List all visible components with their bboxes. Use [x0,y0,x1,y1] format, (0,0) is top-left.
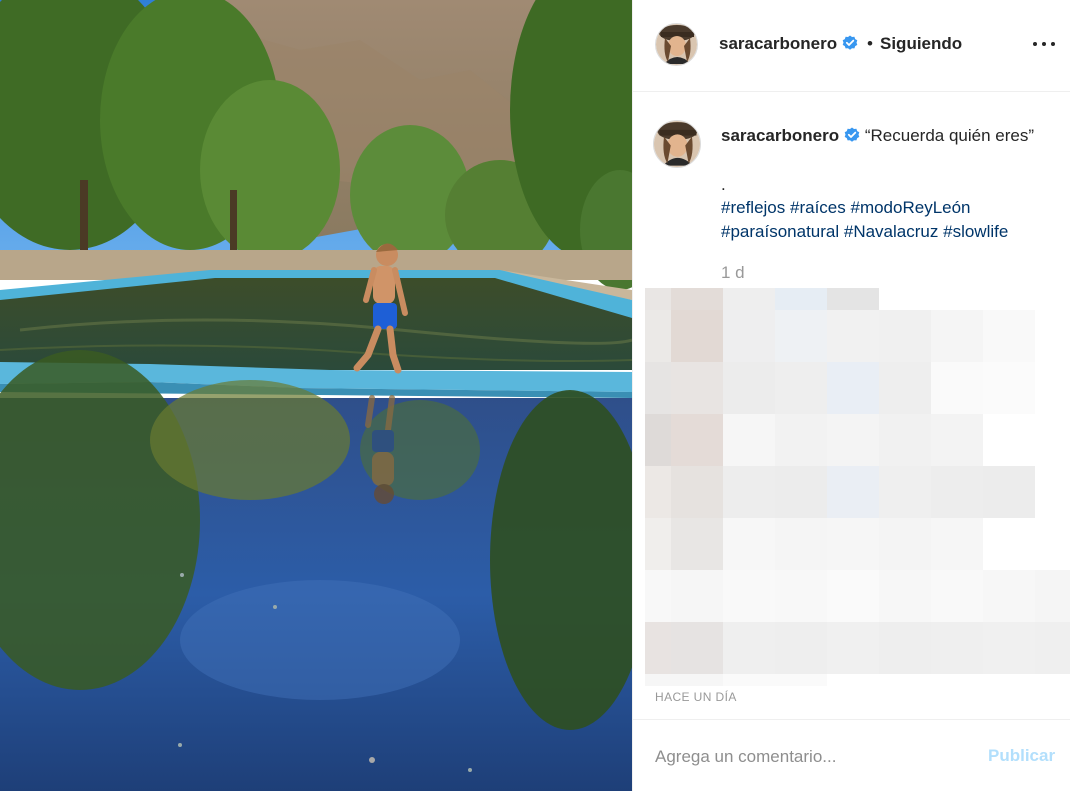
post-photo[interactable] [0,0,632,791]
hashtag-link[interactable]: #Navalacruz [844,222,939,241]
header-avatar[interactable] [655,23,698,66]
post-image [0,0,632,791]
post-header: saracarbonero • Siguiendo [633,0,1070,92]
pixelated-comments [645,288,1070,686]
caption-age[interactable]: 1 d [721,263,745,283]
post-panel: saracarbonero • Siguiendo saracarbonero … [632,0,1070,791]
hashtag-link[interactable]: #reflejos [721,198,785,217]
caption-dot: . [721,175,726,194]
header-separator: • [867,34,873,53]
caption-text: “Recuerda quién eres” [864,126,1035,145]
verified-badge-icon [844,127,860,142]
caption-avatar[interactable] [653,120,701,168]
header-username[interactable]: saracarbonero [719,34,837,53]
hashtag-link[interactable]: #slowlife [943,222,1008,241]
caption: saracarbonero “Recuerda quién eres” [721,124,1046,148]
hashtag-link[interactable]: #raíces [790,198,846,217]
divider [633,719,1070,720]
caption-username[interactable]: saracarbonero [721,126,839,145]
hashtags: #reflejos #raíces #modoReyLeón #paraíson… [721,196,1051,244]
publish-button[interactable]: Publicar [988,746,1055,766]
comment-input[interactable] [655,744,975,770]
more-options-icon[interactable] [1031,32,1057,56]
following-button[interactable]: Siguiendo [880,34,962,54]
header-username-link[interactable]: saracarbonero [719,34,858,54]
post-timestamp[interactable]: HACE UN DÍA [655,690,737,704]
hashtag-link[interactable]: #paraísonatural [721,222,839,241]
verified-badge-icon [842,35,858,50]
hashtag-link[interactable]: #modoReyLeón [850,198,970,217]
